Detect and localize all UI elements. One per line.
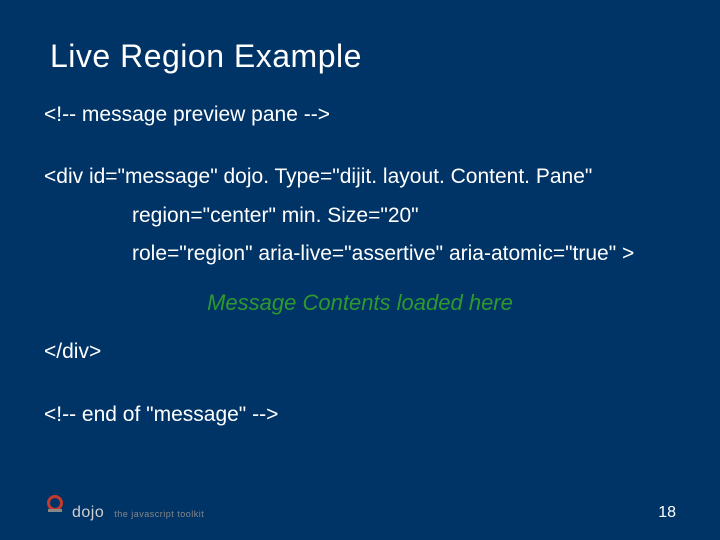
logo-subtitle: the javascript toolkit bbox=[114, 509, 204, 519]
slide-title: Live Region Example bbox=[50, 38, 676, 75]
page-number: 18 bbox=[658, 504, 676, 522]
code-line-div-close: </div> bbox=[44, 338, 676, 366]
spacer bbox=[44, 377, 676, 391]
code-line-div-open: <div id="message" dojo. Type="dijit. lay… bbox=[44, 163, 676, 191]
logo: dojo the javascript toolkit bbox=[44, 495, 204, 522]
logo-text: dojo bbox=[72, 504, 104, 522]
dojo-logo-icon bbox=[44, 495, 66, 517]
code-line-message-contents: Message Contents loaded here bbox=[44, 290, 676, 316]
code-line-role: role="region" aria-live="assertive" aria… bbox=[44, 240, 676, 268]
slide: Live Region Example <!-- message preview… bbox=[0, 0, 720, 540]
code-line-comment-open: <!-- message preview pane --> bbox=[44, 101, 676, 129]
footer: dojo the javascript toolkit 18 bbox=[44, 495, 676, 522]
spacer bbox=[44, 139, 676, 153]
code-line-comment-close: <!-- end of "message" --> bbox=[44, 401, 676, 429]
code-line-region: region="center" min. Size="20" bbox=[44, 202, 676, 230]
